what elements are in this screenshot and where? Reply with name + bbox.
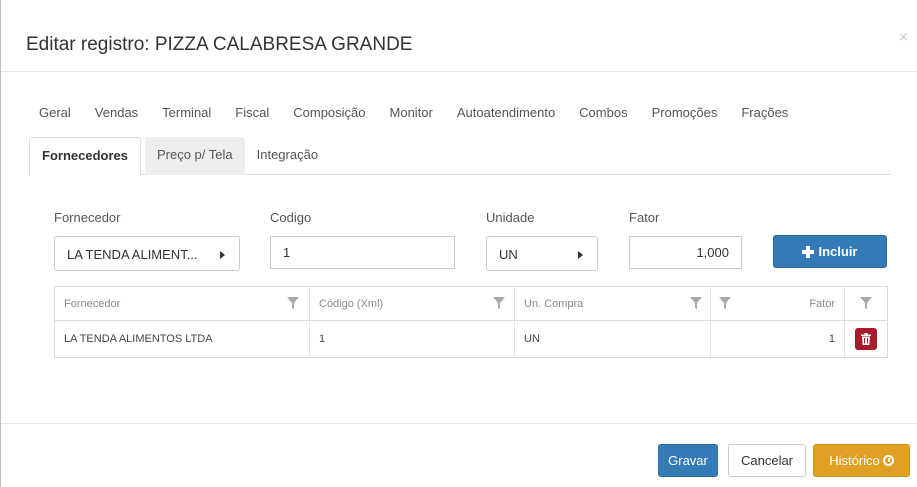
column-header-fator[interactable]: Fator bbox=[711, 287, 845, 320]
unidade-select-value: UN bbox=[499, 247, 518, 262]
tab-promocoes[interactable]: Promoções bbox=[640, 95, 730, 133]
gravar-button[interactable]: Gravar bbox=[658, 444, 718, 477]
tab-vendas[interactable]: Vendas bbox=[83, 95, 150, 133]
incluir-button[interactable]: Incluir bbox=[773, 235, 887, 268]
modal-title: Editar registro: PIZZA CALABRESA GRANDE bbox=[26, 34, 413, 55]
historico-button-label: Histórico bbox=[829, 453, 880, 468]
column-header-label: Fator bbox=[809, 297, 835, 310]
column-header-fornecedor[interactable]: Fornecedor bbox=[55, 287, 310, 320]
incluir-button-label: Incluir bbox=[818, 244, 858, 259]
tab-autoatendimento[interactable]: Autoatendimento bbox=[445, 95, 567, 133]
caret-right-icon bbox=[220, 251, 225, 259]
tab-fracoes[interactable]: Frações bbox=[729, 95, 800, 133]
historico-button[interactable]: Histórico bbox=[813, 444, 910, 477]
fornecedor-label: Fornecedor bbox=[54, 210, 121, 225]
tab-terminal[interactable]: Terminal bbox=[150, 95, 223, 133]
column-header-codigo-xml[interactable]: Código (Xml) bbox=[310, 287, 515, 320]
clock-icon bbox=[882, 455, 894, 466]
modal-header: Editar registro: PIZZA CALABRESA GRANDE … bbox=[1, 0, 917, 72]
cell-un-compra: UN bbox=[515, 321, 711, 357]
tabs-row-primary: Geral Vendas Terminal Fiscal Composição … bbox=[29, 95, 800, 133]
tab-combos[interactable]: Combos bbox=[567, 95, 639, 133]
filter-icon[interactable] bbox=[860, 297, 872, 309]
tab-preco-tela[interactable]: Preço p/ Tela bbox=[144, 137, 245, 175]
plus-icon bbox=[802, 245, 815, 258]
table-row[interactable]: LA TENDA ALIMENTOS LTDA 1 UN 1 bbox=[55, 321, 887, 357]
cell-fator: 1 bbox=[711, 321, 845, 357]
column-header-actions bbox=[845, 287, 887, 320]
filter-icon[interactable] bbox=[493, 297, 505, 309]
unidade-label: Unidade bbox=[486, 210, 535, 225]
cancelar-button[interactable]: Cancelar bbox=[728, 444, 806, 477]
tab-geral[interactable]: Geral bbox=[29, 95, 83, 133]
tab-composicao[interactable]: Composição bbox=[281, 95, 377, 133]
trash-icon bbox=[861, 333, 871, 345]
fornecedores-grid: Fornecedor Código (Xml) Un. Compra Fator… bbox=[54, 286, 888, 358]
delete-row-button[interactable] bbox=[855, 328, 877, 350]
fator-label: Fator bbox=[629, 210, 660, 225]
edit-record-modal: Editar registro: PIZZA CALABRESA GRANDE … bbox=[0, 0, 917, 487]
filter-icon[interactable] bbox=[287, 297, 299, 309]
tab-fiscal[interactable]: Fiscal bbox=[223, 95, 281, 133]
grid-header-row: Fornecedor Código (Xml) Un. Compra Fator bbox=[55, 287, 887, 321]
codigo-label: Codigo bbox=[270, 210, 312, 225]
filter-icon[interactable] bbox=[719, 297, 731, 309]
column-header-un-compra[interactable]: Un. Compra bbox=[515, 287, 711, 320]
tabs-row-secondary: Fornecedores Preço p/ Tela Integração bbox=[29, 137, 891, 176]
fornecedor-select[interactable]: LA TENDA ALIMENT... bbox=[54, 236, 240, 271]
close-icon[interactable]: × bbox=[899, 30, 908, 46]
cell-codigo-xml: 1 bbox=[310, 321, 515, 357]
column-header-label: Código (Xml) bbox=[319, 297, 384, 310]
tab-fornecedores[interactable]: Fornecedores bbox=[29, 137, 141, 176]
caret-right-icon bbox=[578, 251, 583, 259]
filter-icon[interactable] bbox=[690, 297, 702, 309]
fator-input[interactable]: 1,000 bbox=[629, 236, 742, 269]
tab-integracao[interactable]: Integração bbox=[245, 137, 330, 175]
codigo-input[interactable]: 1 bbox=[270, 236, 455, 269]
column-header-label: Fornecedor bbox=[64, 297, 121, 310]
cell-fornecedor: LA TENDA ALIMENTOS LTDA bbox=[55, 321, 310, 357]
fornecedor-select-value: LA TENDA ALIMENT... bbox=[67, 247, 198, 262]
unidade-select[interactable]: UN bbox=[486, 236, 598, 271]
column-header-label: Un. Compra bbox=[524, 297, 584, 310]
cell-actions bbox=[845, 321, 887, 357]
tab-monitor[interactable]: Monitor bbox=[378, 95, 445, 133]
